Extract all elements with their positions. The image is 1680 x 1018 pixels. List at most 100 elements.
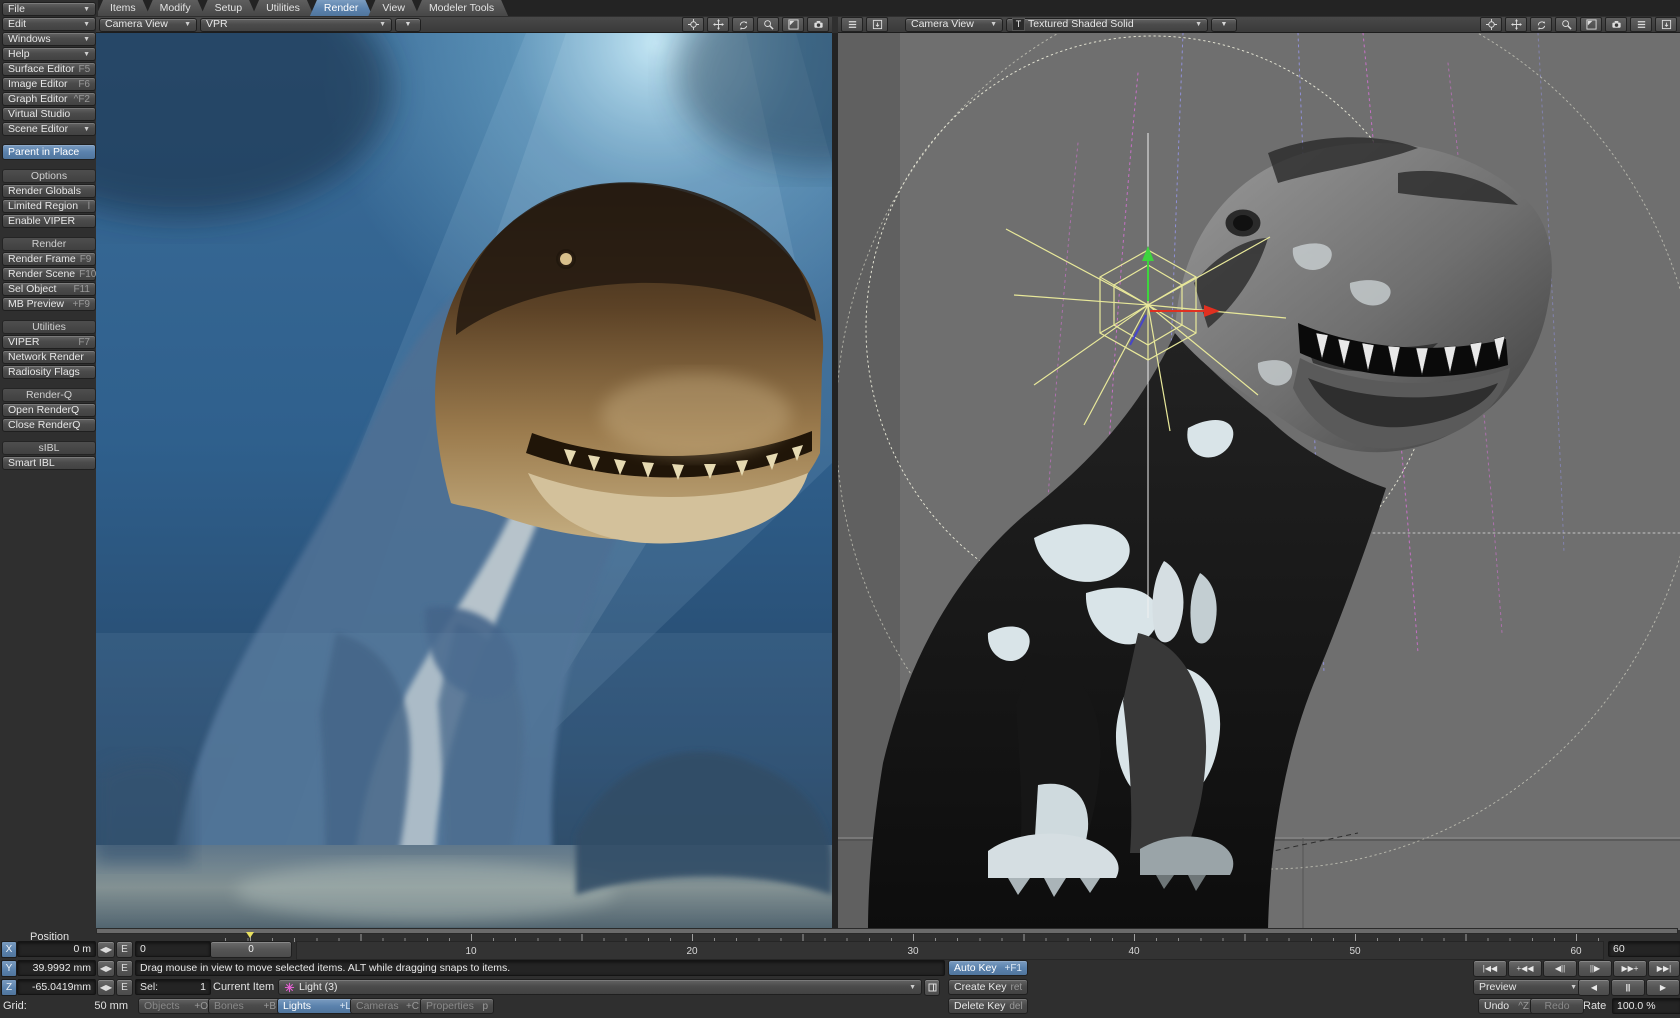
tab-view[interactable]: View xyxy=(368,0,419,16)
x-spinner[interactable]: ◀▶ xyxy=(97,941,115,958)
current-item-dropdown[interactable]: Light (3)▼ xyxy=(278,979,922,995)
rotate-view-icon[interactable] xyxy=(1530,17,1552,32)
select-bones-button[interactable]: Bones+B xyxy=(208,998,282,1014)
open-renderq-button[interactable]: Open RenderQ xyxy=(2,403,96,417)
menu-help[interactable]: Help▼ xyxy=(2,47,96,61)
redo-button[interactable]: Redo xyxy=(1530,998,1584,1014)
image-editor-button[interactable]: Image EditorF6 xyxy=(2,77,96,91)
position-x-value[interactable]: 0 m xyxy=(17,941,96,957)
parent-in-place-button[interactable]: Parent in Place xyxy=(2,144,96,160)
surface-editor-button[interactable]: Surface EditorF5 xyxy=(2,62,96,76)
select-lights-button[interactable]: Lights+L xyxy=(277,998,357,1014)
pause-button[interactable]: || xyxy=(1611,979,1645,996)
axis-y-button[interactable]: Y xyxy=(1,960,17,977)
rate-value-field[interactable]: 100.0 % xyxy=(1612,998,1680,1014)
item-properties-mini-button[interactable] xyxy=(924,979,940,996)
center-item-icon[interactable] xyxy=(1480,17,1502,32)
current-frame-marker[interactable] xyxy=(246,932,254,938)
undo-button[interactable]: Undo^Z xyxy=(1478,998,1535,1014)
tab-items[interactable]: Items xyxy=(96,0,150,16)
ruler-label: 10 xyxy=(465,946,476,957)
move-view-icon[interactable] xyxy=(707,17,729,32)
viewport-layout-icon[interactable] xyxy=(1655,17,1677,32)
render-globals-button[interactable]: Render Globals xyxy=(2,184,96,198)
y-spinner[interactable]: ◀▶ xyxy=(97,960,115,977)
tab-render[interactable]: Render xyxy=(310,0,372,16)
go-first-frame-button[interactable]: |◀◀ xyxy=(1473,960,1507,977)
minmax-view-icon[interactable] xyxy=(782,17,804,32)
textured-mode-icon: T xyxy=(1012,18,1025,31)
auto-key-button[interactable]: Auto Key+F1 xyxy=(948,960,1028,976)
network-render-button[interactable]: Network Render xyxy=(2,350,96,364)
left-view-type-dropdown[interactable]: Camera View▼ xyxy=(99,18,197,32)
tab-modify[interactable]: Modify xyxy=(146,0,205,16)
play-forward-button[interactable]: ▶ xyxy=(1646,979,1680,996)
prev-frame-button[interactable]: ◀|| xyxy=(1543,960,1577,977)
axis-x-button[interactable]: X xyxy=(1,941,17,958)
timeline-track[interactable] xyxy=(296,941,1604,960)
axis-z-button[interactable]: Z xyxy=(1,979,17,996)
rotate-view-icon[interactable] xyxy=(732,17,754,32)
position-y-value[interactable]: 39.9992 mm xyxy=(17,960,96,976)
y-envelope-button[interactable]: E xyxy=(116,960,133,977)
limited-region-button[interactable]: Limited Regionl xyxy=(2,199,96,213)
properties-button[interactable]: Propertiesp xyxy=(420,998,494,1014)
next-frame-button[interactable]: ||▶ xyxy=(1578,960,1612,977)
z-spinner[interactable]: ◀▶ xyxy=(97,979,115,996)
frame-number-field[interactable]: 0 xyxy=(135,941,211,957)
virtual-studio-button[interactable]: Virtual Studio xyxy=(2,107,96,121)
position-z-value[interactable]: -65.0419mm xyxy=(17,979,96,995)
radiosity-flags-button[interactable]: Radiosity Flags xyxy=(2,365,96,379)
camera-view-icon[interactable] xyxy=(807,17,829,32)
section-utilities: Utilities xyxy=(2,320,96,334)
prev-keyframe-button[interactable]: +◀◀ xyxy=(1508,960,1542,977)
right-viewport-options-dropdown[interactable]: ▼ xyxy=(1211,18,1237,32)
menu-windows[interactable]: Windows▼ xyxy=(2,32,96,46)
center-item-icon[interactable] xyxy=(682,17,704,32)
x-envelope-button[interactable]: E xyxy=(116,941,133,958)
selection-count-field[interactable]: Sel:1 xyxy=(135,979,211,995)
menu-file[interactable]: File▼ xyxy=(2,2,96,16)
section-render: Render xyxy=(2,237,96,251)
move-view-icon[interactable] xyxy=(1505,17,1527,32)
z-envelope-button[interactable]: E xyxy=(116,979,133,996)
zoom-view-icon[interactable] xyxy=(757,17,779,32)
render-scene-button[interactable]: Render SceneF10 xyxy=(2,267,96,281)
delete-key-button[interactable]: Delete Keydel xyxy=(948,998,1028,1014)
camera-view-icon[interactable] xyxy=(1605,17,1627,32)
viper-button[interactable]: VIPERF7 xyxy=(2,335,96,349)
menu-edit[interactable]: Edit▼ xyxy=(2,17,96,31)
tab-utilities[interactable]: Utilities xyxy=(252,0,314,16)
right-view-type-dropdown[interactable]: Camera View▼ xyxy=(905,18,1003,32)
select-cameras-button[interactable]: Cameras+C xyxy=(350,998,425,1014)
left-viewport-canvas[interactable] xyxy=(96,33,838,930)
right-render-mode-dropdown[interactable]: TTextured Shaded Solid▼ xyxy=(1006,18,1208,32)
left-render-mode-dropdown[interactable]: VPR▼ xyxy=(200,18,392,32)
viewport-menu-icon[interactable] xyxy=(1630,17,1652,32)
sel-object-button[interactable]: Sel ObjectF11 xyxy=(2,282,96,296)
mb-preview-button[interactable]: MB Preview+F9 xyxy=(2,297,96,311)
close-renderq-button[interactable]: Close RenderQ xyxy=(2,418,96,432)
graph-editor-button[interactable]: Graph Editor^F2 xyxy=(2,92,96,106)
next-keyframe-button[interactable]: ▶▶+ xyxy=(1613,960,1647,977)
tab-modeler-tools[interactable]: Modeler Tools xyxy=(415,0,508,16)
left-viewport-options-dropdown[interactable]: ▼ xyxy=(395,18,421,32)
enable-viper-button[interactable]: Enable VIPER xyxy=(2,214,96,228)
select-objects-button[interactable]: Objects+O xyxy=(138,998,214,1014)
scene-editor-button[interactable]: Scene Editor▼ xyxy=(2,122,96,136)
minmax-view-icon[interactable] xyxy=(1580,17,1602,32)
viewport-layout-icon[interactable] xyxy=(866,17,888,32)
chevron-down-icon: ▼ xyxy=(83,18,90,31)
render-frame-button[interactable]: Render FrameF9 xyxy=(2,252,96,266)
zoom-view-icon[interactable] xyxy=(1555,17,1577,32)
tab-setup[interactable]: Setup xyxy=(201,0,256,16)
go-last-frame-button[interactable]: ▶▶| xyxy=(1648,960,1680,977)
frame-slider-handle[interactable]: 0 xyxy=(210,941,292,958)
preview-dropdown[interactable]: Preview▼ xyxy=(1473,979,1583,995)
end-frame-field[interactable]: 60 xyxy=(1608,941,1680,957)
create-key-button[interactable]: Create Keyret xyxy=(948,979,1028,995)
right-viewport-canvas[interactable] xyxy=(838,33,1680,930)
viewport-menu-icon[interactable] xyxy=(841,17,863,32)
smart-ibl-button[interactable]: Smart IBL xyxy=(2,456,96,470)
play-reverse-button[interactable]: ◀ xyxy=(1578,979,1610,996)
